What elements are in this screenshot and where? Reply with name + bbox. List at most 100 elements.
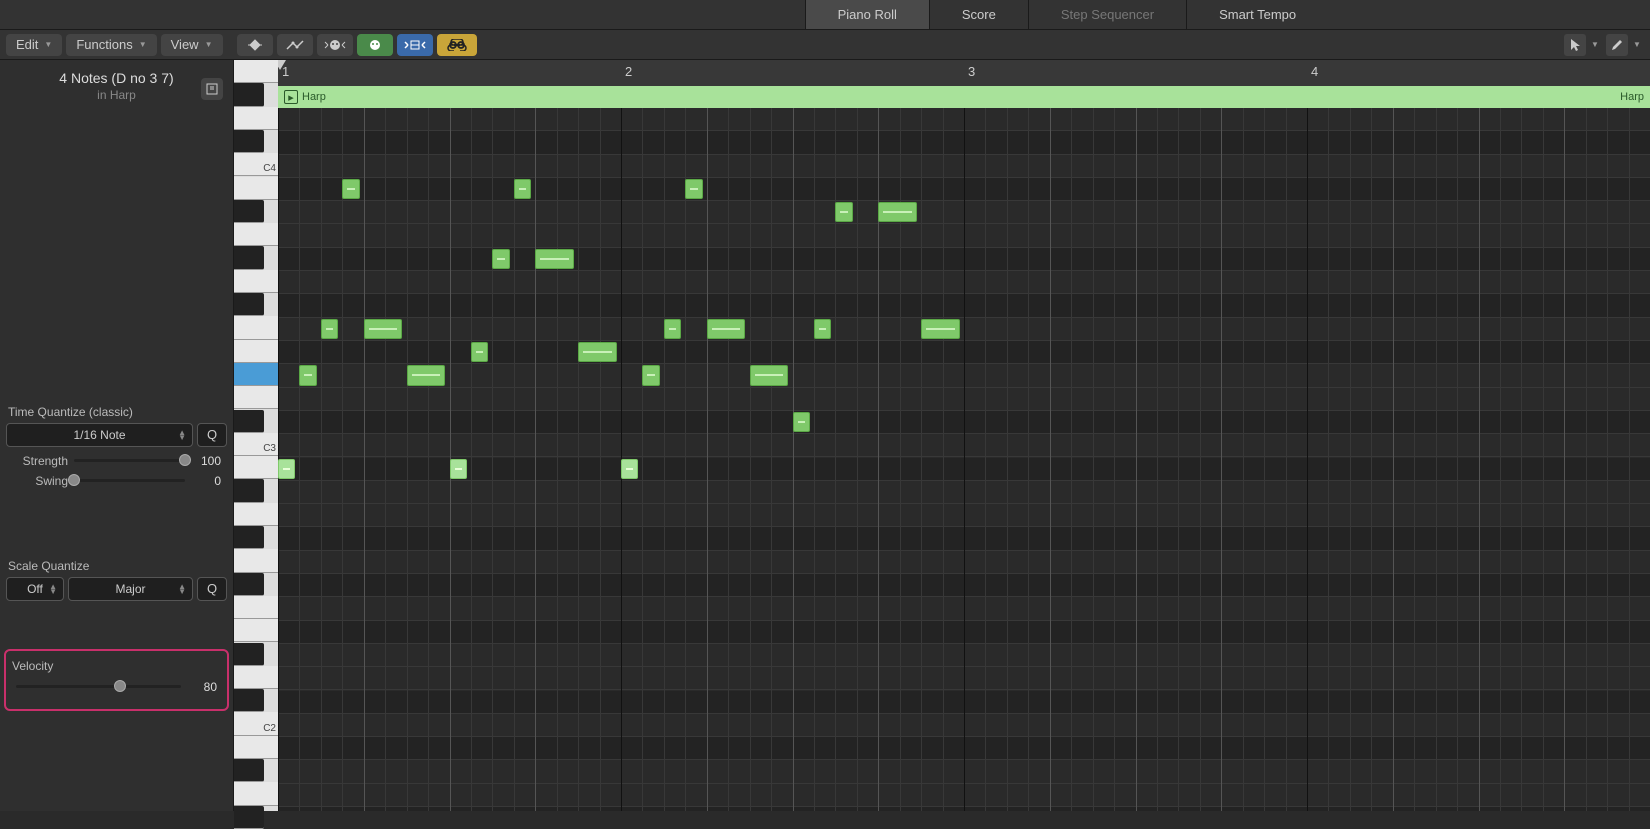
collapse-icon[interactable] (237, 34, 273, 56)
midi-note[interactable] (578, 342, 617, 362)
velocity-section: Velocity 80 (4, 649, 229, 711)
white-key[interactable]: C3 (234, 433, 278, 456)
grid-line (535, 108, 536, 811)
black-key[interactable] (234, 573, 264, 596)
white-key[interactable] (234, 736, 278, 759)
white-key[interactable] (234, 386, 278, 409)
white-key[interactable] (234, 666, 278, 689)
black-key[interactable] (234, 479, 264, 502)
region-header[interactable]: ▸ Harp Harp (278, 86, 1650, 108)
edit-menu[interactable]: Edit▼ (6, 34, 62, 56)
grid-line (664, 108, 665, 811)
grid-line (385, 108, 386, 811)
midi-note[interactable] (793, 412, 810, 432)
midi-note[interactable] (342, 179, 359, 199)
midi-in-icon[interactable] (317, 34, 353, 56)
bar-number: 2 (625, 64, 632, 79)
midi-note[interactable] (407, 365, 446, 385)
black-key[interactable] (234, 410, 264, 433)
midi-note[interactable] (664, 319, 681, 339)
black-key[interactable] (234, 293, 264, 316)
white-key[interactable] (234, 177, 278, 200)
grid-line (1629, 108, 1630, 811)
white-key[interactable]: C4 (234, 153, 278, 176)
black-key[interactable] (234, 363, 278, 386)
midi-note[interactable] (921, 319, 960, 339)
white-key[interactable] (234, 107, 278, 130)
black-key[interactable] (234, 689, 264, 712)
automation-icon[interactable] (277, 34, 313, 56)
piano-keyboard[interactable]: C4 C3 C2 (234, 60, 278, 811)
white-key[interactable] (234, 619, 278, 642)
grid-line (1586, 108, 1587, 811)
white-key[interactable] (234, 270, 278, 293)
midi-note[interactable] (750, 365, 789, 385)
grid-line (299, 108, 300, 811)
grid-line (857, 108, 858, 811)
black-key[interactable] (234, 759, 264, 782)
timeline-ruler[interactable]: ▸ Harp Harp 1234 (278, 60, 1650, 108)
grid-line (793, 108, 794, 811)
black-key[interactable] (234, 806, 264, 829)
white-key[interactable] (234, 782, 278, 805)
catch-icon[interactable] (397, 34, 433, 56)
key-label: C3 (263, 443, 276, 454)
right-tool-selector[interactable]: ▼ (1606, 34, 1644, 56)
scale-type-select[interactable]: Major ▲▼ (68, 577, 193, 601)
midi-note[interactable] (514, 179, 531, 199)
white-key[interactable] (234, 596, 278, 619)
scale-quantize-button[interactable]: Q (197, 577, 227, 601)
velocity-slider[interactable] (16, 685, 181, 688)
midi-note[interactable] (471, 342, 488, 362)
midi-note[interactable] (707, 319, 746, 339)
midi-note[interactable] (642, 365, 659, 385)
tab-score[interactable]: Score (929, 0, 1028, 29)
strength-value: 100 (191, 454, 221, 468)
tab-piano-roll[interactable]: Piano Roll (805, 0, 929, 29)
grid-line (471, 108, 472, 811)
black-key[interactable] (234, 526, 264, 549)
left-tool-selector[interactable]: ▼ (1564, 34, 1602, 56)
midi-note[interactable] (450, 459, 467, 479)
white-key[interactable] (234, 60, 278, 83)
time-quantize-label: Time Quantize (classic) (6, 405, 227, 419)
scale-root-select[interactable]: Off ▲▼ (6, 577, 64, 601)
quantize-button[interactable]: Q (197, 423, 227, 447)
link-icon[interactable] (437, 34, 477, 56)
midi-note[interactable] (321, 319, 338, 339)
midi-note[interactable] (299, 365, 316, 385)
white-key[interactable] (234, 316, 278, 339)
black-key[interactable] (234, 200, 264, 223)
white-key[interactable] (234, 549, 278, 572)
midi-note[interactable] (278, 459, 295, 479)
black-key[interactable] (234, 83, 264, 106)
functions-menu[interactable]: Functions▼ (66, 34, 156, 56)
swing-slider[interactable] (74, 479, 185, 482)
grid-line (557, 108, 558, 811)
midi-note[interactable] (814, 319, 831, 339)
grid-line (364, 108, 365, 811)
quantize-value-select[interactable]: 1/16 Note ▲▼ (6, 423, 193, 447)
white-key[interactable]: C2 (234, 712, 278, 735)
midi-out-icon[interactable] (357, 34, 393, 56)
grid-line (1157, 108, 1158, 811)
black-key[interactable] (234, 643, 264, 666)
midi-note[interactable] (621, 459, 638, 479)
black-key[interactable] (234, 246, 264, 269)
midi-note[interactable] (364, 319, 403, 339)
midi-note[interactable] (535, 249, 574, 269)
expand-panel-icon[interactable] (201, 78, 223, 100)
view-menu[interactable]: View▼ (161, 34, 223, 56)
midi-note[interactable] (492, 249, 509, 269)
white-key[interactable] (234, 223, 278, 246)
white-key[interactable] (234, 340, 278, 363)
grid-line (1093, 108, 1094, 811)
black-key[interactable] (234, 130, 264, 153)
strength-slider[interactable] (74, 459, 185, 462)
midi-note[interactable] (878, 202, 917, 222)
midi-note[interactable] (685, 179, 702, 199)
white-key[interactable] (234, 456, 278, 479)
white-key[interactable] (234, 503, 278, 526)
tab-smart-tempo[interactable]: Smart Tempo (1186, 0, 1328, 29)
midi-note[interactable] (835, 202, 852, 222)
